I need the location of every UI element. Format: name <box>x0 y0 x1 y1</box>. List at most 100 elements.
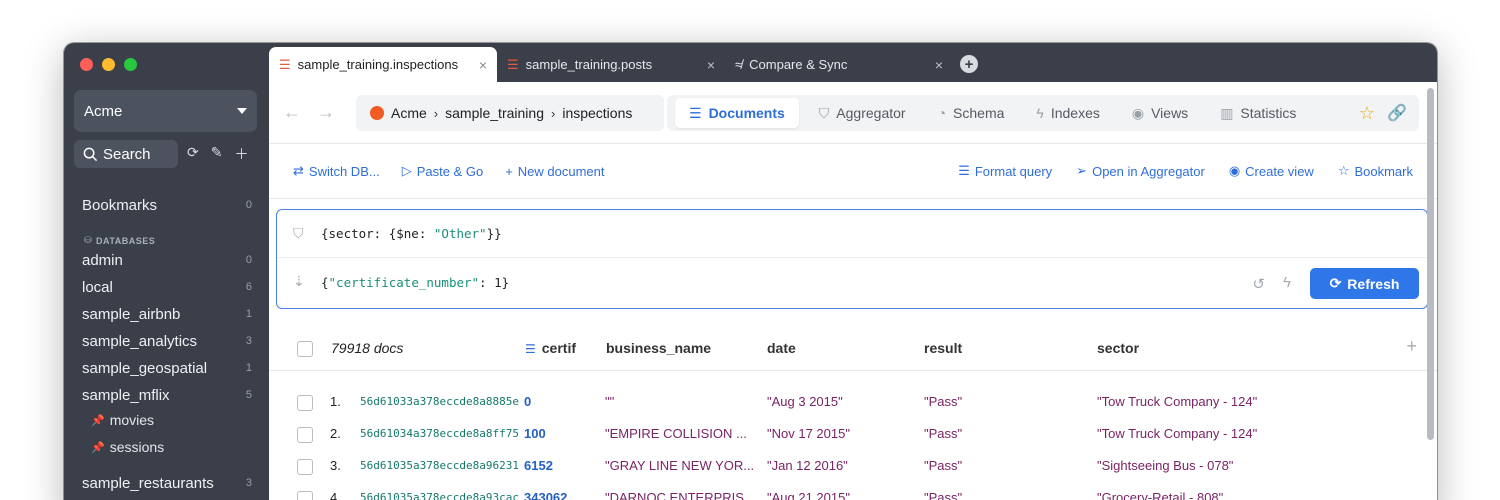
view-tabs: ☰ Documents ⛉ Aggregator ◔ Schema ϟ Indexes … <box>667 95 1419 131</box>
refresh-icon: ⟳ <box>1329 275 1342 291</box>
minimize-window-button[interactable] <box>102 58 115 71</box>
sidebar-item-sample-analytics[interactable]: sample_analytics 3 <box>82 330 252 352</box>
column-header-sector[interactable]: sector <box>1097 340 1139 356</box>
send-icon: ➢ <box>1076 163 1088 178</box>
sidebar-pinned-movies[interactable]: 📌 movies <box>91 410 154 430</box>
forward-arrow-icon[interactable]: → <box>317 102 335 123</box>
new-document-button[interactable]: + New document <box>505 164 604 179</box>
close-icon[interactable]: × <box>479 57 487 73</box>
pin-icon: 📌 <box>91 441 105 454</box>
create-view-button[interactable]: ◉ Create view <box>1229 163 1314 179</box>
sidebar-item-sample-geospatial[interactable]: sample_geospatial 1 <box>82 357 252 379</box>
doc-count: 79918 docs <box>331 340 404 356</box>
refresh-icon[interactable]: ⟳ <box>187 144 199 164</box>
refresh-button[interactable]: ⟳ Refresh <box>1310 268 1419 299</box>
close-window-button[interactable] <box>80 58 93 71</box>
chevron-down-icon <box>237 108 247 114</box>
navigation-bar: ← → Acme › sample_training › inspections… <box>269 82 1437 144</box>
eye-icon: ◉ <box>1131 104 1145 121</box>
connection-color-icon <box>370 106 384 120</box>
tab-aggregator[interactable]: ⛉ Aggregator <box>807 98 918 128</box>
sidebar-pinned-sessions[interactable]: 📌 sessions <box>91 437 164 457</box>
account-selector[interactable]: Acme <box>74 90 257 132</box>
window-controls <box>80 58 137 71</box>
sidebar-search-row: Search ⟳ ✎ ＋ <box>74 140 259 168</box>
sidebar: Acme Search ⟳ ✎ ＋ Bookmarks 0 ⛁ DATABASE… <box>64 43 269 500</box>
close-icon[interactable]: × <box>707 57 715 73</box>
open-aggregator-button[interactable]: ➢ Open in Aggregator <box>1076 163 1205 179</box>
table-row[interactable]: 3. 56d61035a378eccde8a96231 6152 "GRAY L… <box>269 450 1437 482</box>
format-icon: ☰ <box>958 163 970 178</box>
add-icon[interactable]: ＋ <box>234 144 248 164</box>
switch-db-button[interactable]: ⇄ Switch DB... <box>293 163 380 179</box>
column-header-date[interactable]: date <box>767 340 796 356</box>
database-icon: ⛁ <box>84 235 93 245</box>
tab-compare-sync[interactable]: ≉ Compare & Sync × <box>725 47 953 82</box>
eye-icon: ◉ <box>1228 163 1241 178</box>
star-icon[interactable]: ☆ <box>1359 103 1375 124</box>
tab-inspections[interactable]: ☰ sample_training.inspections × <box>269 47 497 82</box>
vertical-scrollbar[interactable] <box>1427 88 1434 440</box>
add-column-icon[interactable]: + <box>1406 336 1417 357</box>
breadcrumb-collection[interactable]: inspections <box>562 105 632 121</box>
search-label: Search <box>103 145 151 163</box>
breadcrumb: Acme › sample_training › inspections <box>356 95 664 131</box>
history-icon[interactable]: ↺ <box>1252 275 1265 293</box>
sidebar-item-admin[interactable]: admin 0 <box>82 249 252 271</box>
tab-statistics[interactable]: ▥ Statistics <box>1208 98 1308 128</box>
funnel-icon: ⛉ <box>818 104 830 121</box>
back-arrow-icon[interactable]: ← <box>283 102 301 123</box>
sidebar-item-local[interactable]: local 6 <box>82 276 252 298</box>
star-icon: ☆ <box>1337 163 1350 178</box>
select-all-checkbox[interactable] <box>297 341 313 357</box>
format-query-button[interactable]: ☰ Format query <box>958 163 1052 179</box>
link-icon[interactable]: 🔗 <box>1387 103 1407 123</box>
row-checkbox[interactable] <box>297 491 313 500</box>
edit-icon[interactable]: ✎ <box>211 144 223 164</box>
search-button[interactable]: Search <box>74 140 178 168</box>
table-row[interactable]: 1. 56d61033a378eccde8a8885e 0 "" "Aug 3 … <box>269 386 1437 418</box>
compare-icon: ≉ <box>735 57 743 72</box>
breadcrumb-host[interactable]: Acme <box>391 105 427 121</box>
tab-documents[interactable]: ☰ Documents <box>675 98 799 128</box>
sidebar-item-sample-mflix[interactable]: sample_mflix 5 <box>82 384 252 406</box>
sort-icon: ⇣ <box>293 274 305 290</box>
main-area: ☰ sample_training.inspections × ☰ sample… <box>269 43 1437 500</box>
table-row[interactable]: 4. 56d61035a378eccde8a93cac 343062 "DARN… <box>269 482 1437 500</box>
sidebar-item-sample-restaurants[interactable]: sample_restaurants 3 <box>82 472 252 494</box>
toolbar: ⇄ Switch DB... ▷ Paste & Go + New document … <box>269 144 1437 199</box>
row-checkbox[interactable] <box>297 427 313 443</box>
new-tab-button[interactable]: + <box>960 55 978 73</box>
list-icon: ☰ <box>689 104 702 121</box>
databases-section-label: ⛁ DATABASES <box>84 235 156 246</box>
filter-input[interactable]: ⛉ {sector: {$ne: "Other"}} <box>277 210 1427 258</box>
play-icon: ▷ <box>401 163 412 178</box>
column-header-result[interactable]: result <box>924 340 962 356</box>
column-header-certif[interactable]: ☰ certif <box>525 340 576 356</box>
search-icon <box>83 147 98 161</box>
table-row[interactable]: 2. 56d61034a378eccde8a8ff75 100 "EMPIRE … <box>269 418 1437 450</box>
bolt-icon: ϟ <box>1036 105 1044 121</box>
tab-indexes[interactable]: ϟ Indexes <box>1024 98 1111 128</box>
bar-chart-icon: ▥ <box>1220 104 1234 121</box>
row-checkbox[interactable] <box>297 395 313 411</box>
paste-go-button[interactable]: ▷ Paste & Go <box>402 163 483 179</box>
collection-icon: ☰ <box>279 56 291 72</box>
collection-icon: ☰ <box>507 56 519 72</box>
sidebar-item-sample-airbnb[interactable]: sample_airbnb 1 <box>82 303 252 325</box>
documents-grid: 79918 docs ☰ certif business_name date re… <box>269 326 1437 500</box>
chevron-right-icon: › <box>433 105 439 121</box>
sidebar-item-bookmarks[interactable]: Bookmarks 0 <box>82 194 252 216</box>
row-checkbox[interactable] <box>297 459 313 475</box>
zoom-window-button[interactable] <box>124 58 137 71</box>
column-header-business-name[interactable]: business_name <box>606 340 711 356</box>
breadcrumb-database[interactable]: sample_training <box>445 105 544 121</box>
close-icon[interactable]: × <box>935 57 943 73</box>
tab-schema[interactable]: ◔ Schema <box>926 98 1017 128</box>
bookmark-button[interactable]: ☆ Bookmark <box>1338 163 1413 179</box>
tab-posts[interactable]: ☰ sample_training.posts × <box>497 47 725 82</box>
tab-views[interactable]: ◉ Views <box>1120 98 1200 128</box>
bolt-icon[interactable]: ϟ <box>1283 274 1291 291</box>
funnel-icon: ⛉ <box>293 225 304 242</box>
account-label: Acme <box>84 102 123 120</box>
